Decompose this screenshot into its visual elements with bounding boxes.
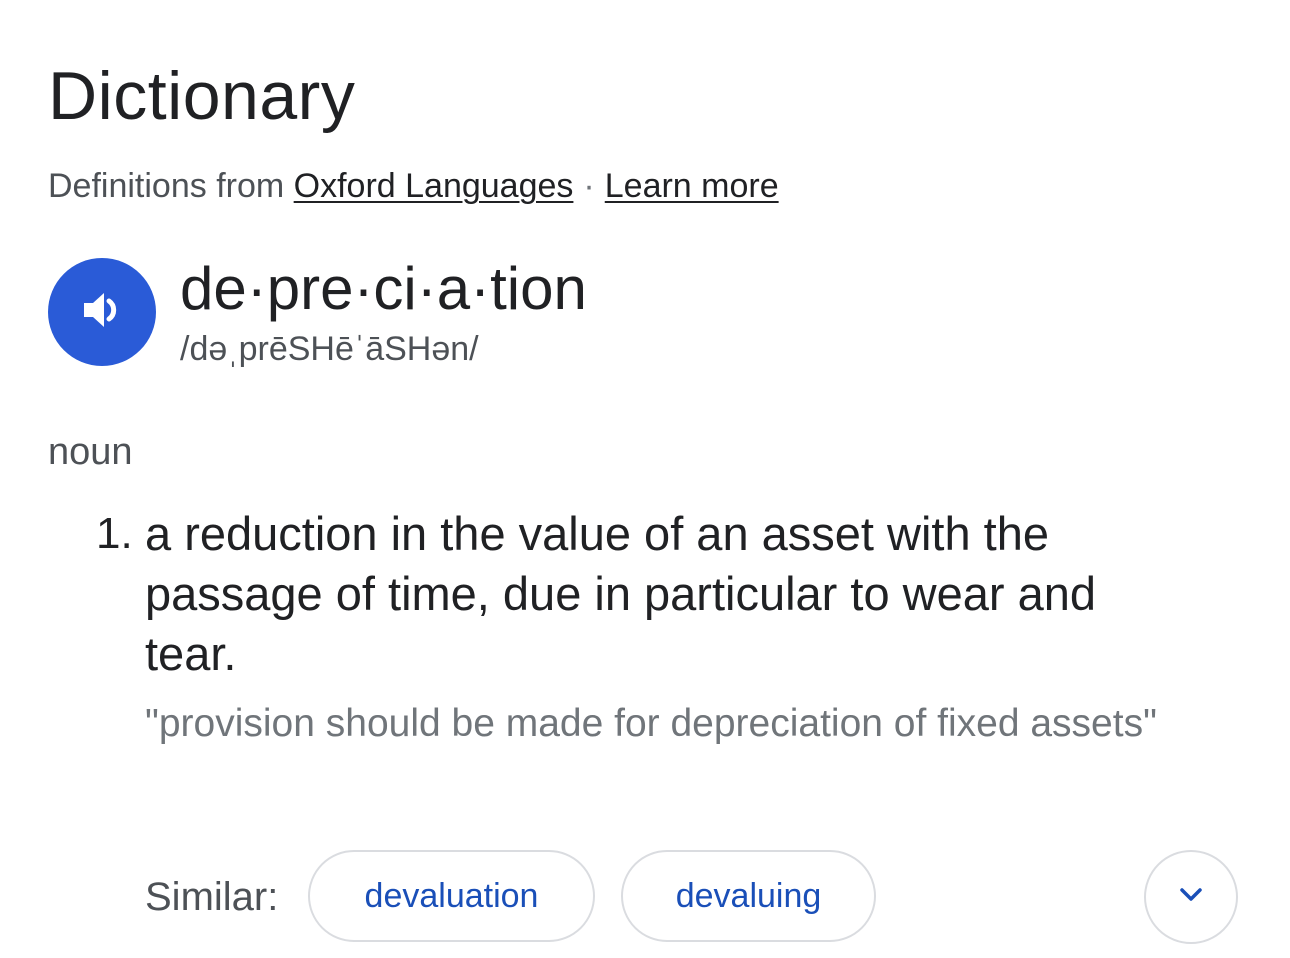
- pronunciation-audio-button[interactable]: [48, 258, 156, 366]
- headword: de·pre·ci·a·tion: [180, 255, 587, 322]
- similar-label: Similar:: [145, 875, 279, 919]
- oxford-languages-link[interactable]: Oxford Languages: [294, 167, 574, 205]
- definition-example: "provision should be made for depreciati…: [145, 702, 1157, 745]
- separator-dot: ·: [583, 167, 595, 205]
- dictionary-title: Dictionary: [48, 58, 356, 134]
- part-of-speech: noun: [48, 431, 133, 473]
- definition-text: a reduction in the value of an asset wit…: [145, 507, 1096, 680]
- expand-similar-button[interactable]: [1144, 850, 1238, 944]
- similar-chip-label: devaluing: [675, 876, 822, 915]
- definition-number: 1.: [96, 509, 133, 558]
- chevron-down-icon: [1176, 880, 1206, 915]
- learn-more-link[interactable]: Learn more: [605, 167, 779, 205]
- speaker-icon: [78, 286, 126, 339]
- phonetic-spelling: /dəˌprēSHēˈāSHən/: [180, 330, 479, 368]
- source-line: Definitions from Oxford Languages · Learn …: [48, 166, 779, 206]
- similar-chip-devaluing[interactable]: devaluing: [621, 850, 876, 942]
- similar-chip-devaluation[interactable]: devaluation: [308, 850, 595, 942]
- similar-chip-label: devaluation: [364, 876, 539, 915]
- source-prefix: Definitions from: [48, 167, 285, 205]
